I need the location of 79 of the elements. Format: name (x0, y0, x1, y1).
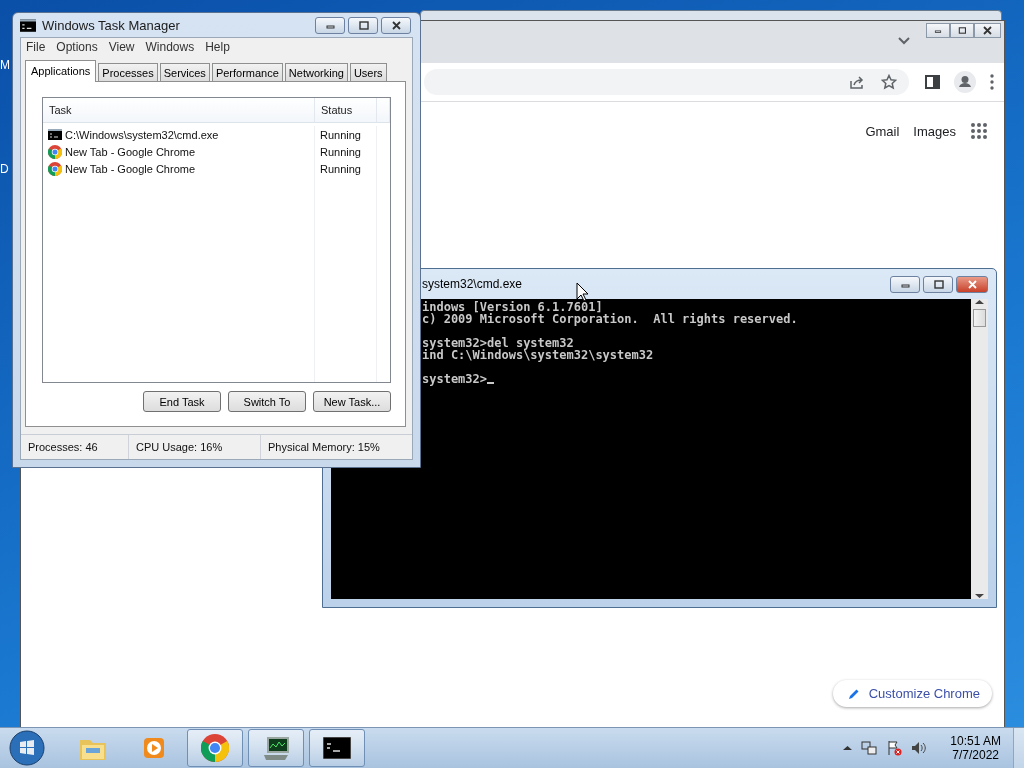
show-hidden-icons-icon[interactable] (843, 745, 853, 751)
share-icon[interactable] (849, 74, 865, 90)
task-row[interactable]: New Tab - Google Chrome (43, 143, 314, 160)
volume-icon[interactable] (911, 740, 928, 756)
customize-chrome-button[interactable]: Customize Chrome (832, 680, 992, 707)
taskbar-button[interactable] (309, 729, 365, 767)
profile-icon[interactable] (954, 71, 976, 93)
close-icon (965, 278, 979, 290)
chevron-down-icon[interactable] (898, 37, 910, 45)
menu-item[interactable]: View (104, 40, 142, 54)
console-line: indows [Version 6.1.7601] (422, 301, 603, 313)
side-panel-icon[interactable] (925, 75, 940, 89)
maximize-icon (356, 19, 370, 31)
scroll-up-icon[interactable] (975, 299, 984, 305)
dialog-button[interactable]: Switch To (228, 391, 306, 412)
dialog-button[interactable]: New Task... (313, 391, 391, 412)
maximize-button[interactable] (950, 23, 974, 38)
tab[interactable]: Applications (25, 60, 97, 82)
desktop-icon-label: M (0, 58, 10, 72)
tab[interactable]: Services (159, 63, 210, 81)
app-icon (20, 18, 36, 32)
close-button[interactable] (381, 16, 411, 34)
chrome-icon (48, 161, 62, 176)
status-text: Processes: 46 (21, 435, 129, 459)
minimize-button[interactable] (890, 275, 920, 293)
tab[interactable]: Networking (284, 63, 348, 81)
menu-item[interactable]: Options (52, 40, 105, 54)
close-icon (981, 25, 994, 36)
console-line: ind C:\Windows\system32\system32 (422, 349, 655, 361)
maximize-button[interactable] (923, 275, 953, 293)
console-line: system32>del system32 (422, 337, 574, 349)
star-icon[interactable] (881, 74, 897, 90)
dialog-button[interactable]: End Task (143, 391, 221, 412)
minimize-button[interactable] (315, 16, 345, 34)
column-header[interactable]: Task (43, 98, 315, 122)
desktop-icon-label: D (0, 162, 9, 176)
chrome-icon (48, 144, 62, 159)
task-row[interactable]: New Tab - Google Chrome (43, 160, 314, 177)
minimize-button[interactable] (926, 23, 950, 38)
network-icon[interactable] (861, 740, 878, 756)
maximize-icon (957, 25, 967, 36)
tab[interactable]: Users (349, 63, 387, 81)
column-header[interactable]: Status (315, 98, 377, 122)
console-line: c) 2009 Microsoft Corporation. All rights reserved. (422, 313, 799, 325)
console-icon (48, 129, 62, 140)
menu-item[interactable]: Help (201, 40, 237, 54)
task-row[interactable]: C:\Windows\system32\cmd.exe (43, 126, 314, 143)
tab[interactable]: Processes (98, 63, 158, 81)
start-button[interactable] (9, 730, 45, 766)
menu-item[interactable]: File (22, 40, 53, 54)
menu-icon[interactable] (990, 74, 994, 90)
console-icon (323, 737, 351, 759)
header-link[interactable]: Gmail (865, 123, 900, 139)
scroll-down-icon[interactable] (975, 593, 984, 599)
maximize-icon (931, 278, 945, 290)
scroll-thumb[interactable] (973, 309, 986, 327)
status-text: Physical Memory: 15% (267, 440, 381, 455)
taskbar-button[interactable] (248, 729, 304, 767)
maximize-button[interactable] (348, 16, 378, 34)
window-title: system32\cmd.exe (422, 277, 523, 291)
monitor-icon (261, 735, 291, 761)
menu-item[interactable]: Windows (141, 40, 202, 54)
flag-icon[interactable] (886, 740, 903, 756)
window-title: Windows Task Manager (42, 17, 180, 33)
status-text: CPU Usage: 16% (129, 435, 261, 459)
clock[interactable]: 10:51 AM 7/7/2022 (950, 734, 1001, 762)
apps-grid-icon[interactable] (970, 122, 988, 140)
tab[interactable]: Performance (211, 63, 283, 81)
close-button[interactable] (974, 23, 1001, 38)
console-line: system32> (422, 373, 488, 385)
close-icon (389, 19, 403, 31)
status-cell-text: Running (319, 144, 362, 160)
text-cursor (487, 382, 495, 384)
status-cell-text: Running (319, 127, 362, 143)
status-cell-text: Running (319, 161, 362, 177)
media-player-icon (141, 735, 167, 761)
header-link[interactable]: Images (913, 123, 956, 139)
chrome-icon (201, 734, 229, 762)
scrollbar[interactable] (971, 299, 988, 599)
